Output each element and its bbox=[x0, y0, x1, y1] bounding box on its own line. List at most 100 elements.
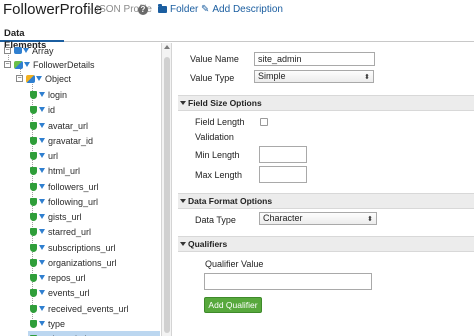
tree-node-array[interactable]: − Array bbox=[4, 43, 54, 58]
field-length-checkbox[interactable] bbox=[260, 118, 268, 126]
tree-field-label: gravatar_id bbox=[48, 135, 94, 146]
qualifiers-section-header[interactable]: Qualifiers bbox=[178, 236, 474, 252]
qualifiers-section-title: Qualifiers bbox=[188, 239, 228, 249]
qualifier-value-input[interactable] bbox=[204, 273, 372, 290]
tree-node-label: Array bbox=[32, 45, 54, 56]
shield-icon bbox=[30, 197, 37, 206]
tree-field-label: login bbox=[48, 89, 68, 100]
tree-field-label: repos_url bbox=[48, 272, 86, 283]
value-type-label: Value Type bbox=[190, 73, 235, 83]
collapse-icon[interactable]: − bbox=[16, 75, 23, 82]
scroll-up-icon[interactable] bbox=[164, 45, 170, 49]
tree-field-label: following_url bbox=[48, 196, 99, 207]
chevron-down-icon bbox=[36, 76, 42, 81]
field-size-section-title: Field Size Options bbox=[188, 98, 262, 108]
properties-panel: Value Name site_admin Value Type Simple … bbox=[178, 43, 474, 336]
shield-icon bbox=[30, 319, 37, 328]
tree-field-gravatar-id[interactable]: gravatar_id bbox=[30, 133, 93, 148]
tree-field-html-url[interactable]: html_url bbox=[30, 163, 80, 178]
chevron-down-icon bbox=[39, 290, 45, 295]
tree-field-gists-url[interactable]: gists_url bbox=[30, 209, 82, 224]
tree-field-id[interactable]: id bbox=[30, 102, 55, 117]
tab-bar: Data Elements bbox=[0, 28, 474, 51]
tab-data-elements[interactable]: Data Elements bbox=[0, 28, 64, 51]
min-length-input[interactable] bbox=[259, 146, 307, 163]
object-icon bbox=[26, 74, 35, 83]
validation-label: Validation bbox=[195, 132, 234, 142]
add-qualifier-button[interactable]: Add Qualifier bbox=[204, 297, 262, 313]
tree-field-starred-url[interactable]: starred_url bbox=[30, 224, 91, 239]
data-format-section-title: Data Format Options bbox=[188, 196, 273, 206]
tree-field-site-admin[interactable]: site_admin bbox=[28, 331, 160, 336]
shield-icon bbox=[30, 105, 37, 114]
tree-field-following-url[interactable]: following_url bbox=[30, 194, 98, 209]
folder-button[interactable]: Folder bbox=[158, 4, 198, 15]
chevron-down-icon bbox=[39, 214, 45, 219]
chevron-down-icon bbox=[39, 138, 45, 143]
chevron-down-icon bbox=[23, 48, 29, 53]
data-type-select[interactable]: Character ⬍ bbox=[259, 212, 377, 225]
chevron-down-icon bbox=[39, 168, 45, 173]
max-length-label: Max Length bbox=[195, 170, 243, 180]
folder-button-label: Folder bbox=[170, 4, 199, 15]
collapse-icon[interactable]: − bbox=[4, 47, 11, 54]
tree-field-received-events-url[interactable]: received_events_url bbox=[30, 301, 129, 316]
shield-icon bbox=[30, 288, 37, 297]
data-format-section-header[interactable]: Data Format Options bbox=[178, 193, 474, 209]
add-description-button[interactable]: ✎ Add Description bbox=[201, 4, 283, 15]
value-type-select[interactable]: Simple ⬍ bbox=[254, 70, 374, 83]
tree-scrollbar[interactable] bbox=[162, 43, 172, 336]
field-length-label: Field Length bbox=[195, 117, 245, 127]
chevron-down-icon bbox=[39, 275, 45, 280]
tree-field-organizations-url[interactable]: organizations_url bbox=[30, 255, 117, 270]
tree-field-events-url[interactable]: events_url bbox=[30, 285, 90, 300]
chevron-down-icon bbox=[39, 229, 45, 234]
chevron-down-icon bbox=[180, 101, 186, 105]
tree-field-label: id bbox=[48, 104, 56, 115]
chevron-down-icon bbox=[39, 245, 45, 250]
tree-field-label: avatar_url bbox=[48, 120, 89, 131]
shield-icon bbox=[30, 151, 37, 160]
tree-node-label: FollowerDetails bbox=[33, 59, 95, 70]
shield-icon bbox=[30, 304, 37, 313]
tree-node-follower-details[interactable]: − FollowerDetails bbox=[4, 57, 95, 72]
tree-field-label: html_url bbox=[48, 165, 81, 176]
shield-icon bbox=[30, 258, 37, 267]
object-group-icon bbox=[14, 60, 23, 69]
tree-field-label: events_url bbox=[48, 287, 90, 298]
help-icon[interactable]: ? bbox=[138, 5, 148, 15]
chevron-down-icon bbox=[180, 242, 186, 246]
tree-field-avatar-url[interactable]: avatar_url bbox=[30, 118, 88, 133]
shield-icon bbox=[30, 273, 37, 282]
value-name-label: Value Name bbox=[190, 54, 239, 64]
chevron-down-icon bbox=[39, 321, 45, 326]
chevron-down-icon bbox=[39, 123, 45, 128]
tree-field-login[interactable]: login bbox=[30, 87, 67, 102]
shield-icon bbox=[30, 121, 37, 130]
data-type-label: Data Type bbox=[195, 215, 236, 225]
page-header: FollowerProfile - JSON Profile ? Folder … bbox=[0, 0, 474, 22]
field-size-section-header[interactable]: Field Size Options bbox=[178, 95, 474, 111]
tree-field-label: gists_url bbox=[48, 211, 82, 222]
tree-field-type[interactable]: type bbox=[30, 316, 65, 331]
collapse-icon[interactable]: − bbox=[4, 61, 11, 68]
max-length-input[interactable] bbox=[259, 166, 307, 183]
tree-field-label: starred_url bbox=[48, 226, 92, 237]
value-name-input[interactable]: site_admin bbox=[254, 52, 375, 66]
data-elements-tree: − Array − FollowerDetails − Object login… bbox=[0, 43, 162, 336]
scroll-thumb[interactable] bbox=[164, 57, 170, 333]
shield-icon bbox=[30, 90, 37, 99]
chevron-down-icon bbox=[39, 260, 45, 265]
tree-field-label: received_events_url bbox=[48, 303, 129, 314]
shield-icon bbox=[30, 212, 37, 221]
chevron-down-icon bbox=[39, 153, 45, 158]
tree-field-followers-url[interactable]: followers_url bbox=[30, 179, 99, 194]
chevron-down-icon bbox=[39, 107, 45, 112]
tree-field-label: followers_url bbox=[48, 181, 99, 192]
tree-field-repos-url[interactable]: repos_url bbox=[30, 270, 86, 285]
tree-field-subscriptions-url[interactable]: subscriptions_url bbox=[30, 240, 116, 255]
tree-node-object[interactable]: − Object bbox=[16, 71, 71, 86]
shield-icon bbox=[30, 182, 37, 191]
tree-field-url[interactable]: url bbox=[30, 148, 58, 163]
shield-icon bbox=[30, 243, 37, 252]
